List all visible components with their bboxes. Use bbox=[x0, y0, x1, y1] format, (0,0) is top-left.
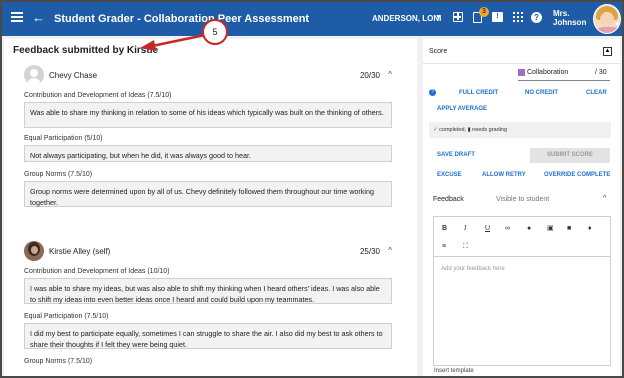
insert-template-link[interactable]: Insert template bbox=[434, 368, 474, 374]
grading-panel: Score ▲ Collaboration / 30 ? FULL CREDIT… bbox=[423, 39, 620, 376]
student-header[interactable]: Chevy Chase 20/30 ^ bbox=[24, 65, 392, 87]
message-icon[interactable]: ! bbox=[492, 12, 503, 22]
rubric-total: / 30 bbox=[595, 69, 607, 76]
excuse-button[interactable]: EXCUSE bbox=[437, 172, 462, 178]
student-name: Kirstie Alley (self) bbox=[49, 247, 111, 256]
app-frame: ← Student Grader - Collaboration Peer As… bbox=[0, 0, 624, 378]
criterion-label: Equal Participation (5/10) bbox=[24, 135, 103, 142]
student-header[interactable]: Kirstie Alley (self) 25/30 ^ bbox=[24, 241, 392, 263]
help-icon[interactable]: ? bbox=[429, 89, 436, 96]
criterion-label: Contribution and Development of Ideas (1… bbox=[24, 268, 170, 275]
menu-icon[interactable] bbox=[11, 12, 23, 22]
override-complete-button[interactable]: OVERRIDE COMPLETE bbox=[544, 172, 610, 178]
full-credit-button[interactable]: FULL CREDIT bbox=[459, 90, 498, 96]
rubric-label: Collaboration bbox=[527, 69, 569, 76]
feedback-panel: Feedback submitted by Kirstie Chevy Chas… bbox=[4, 39, 417, 376]
help-icon[interactable]: ? bbox=[531, 12, 542, 23]
status-completed: completed, bbox=[439, 127, 467, 133]
panel-title: Feedback submitted by Kirstie bbox=[13, 45, 159, 56]
criterion-label: Group Norms (7.5/10) bbox=[24, 358, 93, 365]
bold-icon[interactable]: B bbox=[442, 225, 447, 232]
math-icon[interactable]: ≡ bbox=[442, 243, 446, 250]
underline-icon[interactable]: U bbox=[485, 225, 490, 232]
student-section: Kirstie Alley (self) 25/30 ^ Contributio… bbox=[24, 241, 392, 368]
feedback-input[interactable]: Add your feedback here bbox=[441, 266, 505, 272]
student-avatar bbox=[24, 65, 44, 85]
microphone-icon[interactable]: ♦ bbox=[588, 225, 592, 232]
page-title: Student Grader - Collaboration Peer Asse… bbox=[54, 13, 310, 25]
rubric-color-icon bbox=[518, 69, 525, 76]
criterion-comment: Group norms were determined upon by all … bbox=[24, 181, 392, 207]
italic-icon[interactable]: I bbox=[464, 225, 466, 232]
video-icon[interactable]: ■ bbox=[567, 225, 571, 232]
status-needs-grading: needs grading bbox=[472, 127, 508, 133]
user-name-line1: Mrs. bbox=[553, 9, 570, 18]
chevron-up-icon[interactable]: ^ bbox=[603, 195, 606, 202]
student-score: 20/30 bbox=[359, 71, 380, 80]
student-name: Chevy Chase bbox=[49, 71, 98, 80]
divider bbox=[423, 63, 620, 64]
back-arrow-icon[interactable]: ← bbox=[32, 11, 45, 24]
feedback-label: Feedback bbox=[433, 196, 464, 203]
student-section: Chevy Chase 20/30 ^ Contribution and Dev… bbox=[24, 65, 392, 207]
check-icon: ✓ bbox=[433, 127, 438, 133]
top-bar: ← Student Grader - Collaboration Peer As… bbox=[2, 2, 622, 36]
criterion-comment: Not always participating, but when he di… bbox=[24, 145, 392, 162]
feedback-editor[interactable]: B I U ∞ ● ▣ ■ ♦ ≡ ⛶ Add your feedback he… bbox=[433, 216, 611, 366]
visibility-label: Visible to student bbox=[496, 196, 550, 203]
chevron-up-icon[interactable]: ^ bbox=[388, 70, 392, 79]
user-name[interactable]: Mrs. Johnson bbox=[553, 9, 586, 27]
submit-score-button[interactable]: SUBMIT SCORE bbox=[530, 148, 610, 163]
document-icon: ▮ bbox=[467, 127, 471, 133]
student-avatar bbox=[24, 241, 44, 261]
collapse-icon[interactable]: ▲ bbox=[603, 47, 612, 56]
color-drop-icon[interactable]: ● bbox=[527, 225, 531, 232]
chevron-up-icon[interactable]: ^ bbox=[388, 246, 392, 255]
criterion-comment: I did my best to participate equally, so… bbox=[24, 323, 392, 349]
allow-retry-button[interactable]: ALLOW RETRY bbox=[482, 172, 526, 178]
criterion-label: Contribution and Development of Ideas (7… bbox=[24, 92, 172, 99]
criterion-label: Equal Participation (7.5/10) bbox=[24, 313, 109, 320]
criterion-comment: Was able to share my thinking in relatio… bbox=[24, 102, 392, 128]
callout-number: 5 bbox=[202, 19, 228, 45]
editor-toolbar: B I U ∞ ● ▣ ■ ♦ ≡ ⛶ bbox=[434, 217, 610, 257]
score-title: Score bbox=[429, 48, 448, 55]
chevron-down-icon[interactable]: ▼ bbox=[435, 14, 442, 21]
apps-grid-icon[interactable] bbox=[513, 12, 523, 22]
clear-button[interactable]: CLEAR bbox=[586, 90, 607, 96]
add-icon[interactable] bbox=[453, 12, 463, 22]
no-credit-button[interactable]: NO CREDIT bbox=[525, 90, 558, 96]
fullscreen-icon[interactable]: ⛶ bbox=[463, 243, 468, 250]
link-icon[interactable]: ∞ bbox=[505, 225, 510, 232]
criterion-label: Group Norms (7.5/10) bbox=[24, 171, 93, 178]
image-icon[interactable]: ▣ bbox=[547, 225, 554, 232]
status-badge: ✓ completed, ▮ needs grading bbox=[429, 122, 611, 138]
student-score: 25/30 bbox=[359, 247, 380, 256]
notification-badge: 3 bbox=[479, 7, 489, 17]
avatar[interactable] bbox=[593, 4, 621, 34]
apply-average-button[interactable]: APPLY AVERAGE bbox=[437, 106, 487, 112]
student-selector[interactable]: ANDERSON, LONI bbox=[372, 14, 441, 23]
score-input[interactable] bbox=[518, 80, 610, 81]
save-draft-button[interactable]: SAVE DRAFT bbox=[437, 152, 475, 158]
user-menu-chevron-icon[interactable]: ▼ bbox=[614, 22, 620, 28]
user-name-line2: Johnson bbox=[553, 18, 587, 27]
criterion-comment: I was able to share my ideas, but was al… bbox=[24, 278, 392, 304]
